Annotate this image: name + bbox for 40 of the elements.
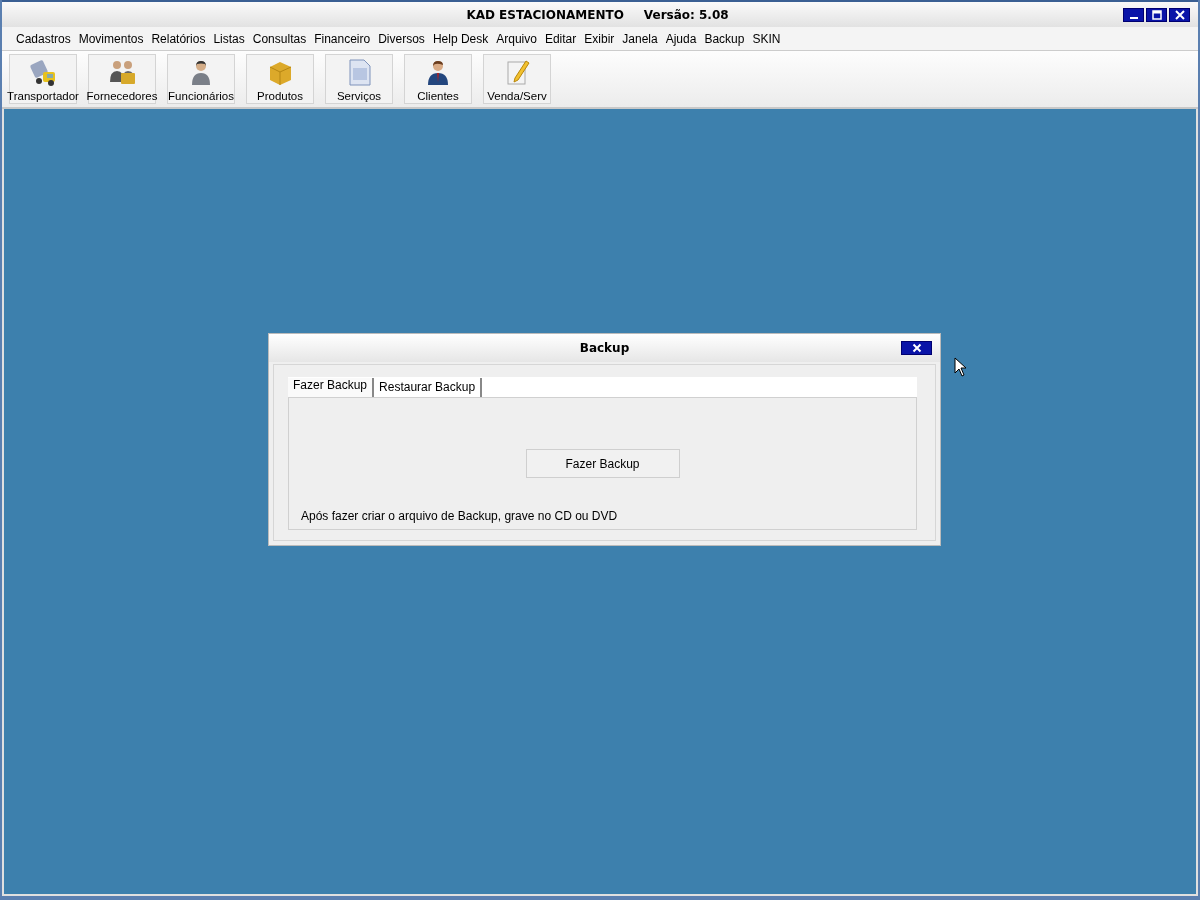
truck-icon <box>29 58 57 86</box>
menu-item[interactable]: Janela <box>618 31 662 46</box>
menu-item[interactable]: Ajuda <box>661 31 701 46</box>
toolbar-button[interactable]: Produtos <box>246 54 314 104</box>
close-button[interactable] <box>1169 7 1190 22</box>
version-label: Versão: 5.08 <box>643 7 729 22</box>
mouse-pointer-icon <box>954 357 968 377</box>
toolbar-button[interactable]: Venda/Serv <box>483 54 551 104</box>
info-text: Após fazer criar o arquivo de Backup, grave no CD ou DVD <box>301 509 618 523</box>
toolbar-button[interactable]: Transportador <box>9 54 77 104</box>
maximize-icon <box>1151 9 1162 20</box>
people-icon <box>108 58 136 86</box>
close-icon <box>911 343 922 353</box>
menu-item[interactable]: Backup <box>700 31 749 46</box>
tab[interactable]: Fazer Backup <box>288 378 375 397</box>
menu-item[interactable]: Consultas <box>248 31 311 46</box>
menu-item[interactable]: Help Desk <box>428 31 493 46</box>
toolbar-button[interactable]: Fornecedores <box>88 54 156 104</box>
close-button[interactable] <box>901 341 932 355</box>
toolbar-button[interactable]: Clientes <box>404 54 472 104</box>
dialog-title: Backup <box>579 341 630 355</box>
minimize-icon <box>1129 16 1138 19</box>
menu-item[interactable]: Diversos <box>374 31 429 46</box>
menu-item[interactable]: Relatórios <box>147 31 210 46</box>
toolbar-button[interactable]: Serviços <box>325 54 393 104</box>
close-icon <box>1174 9 1185 20</box>
window-title: KAD ESTACIONAMENTO <box>466 7 624 22</box>
menu-item[interactable]: Exibir <box>580 31 619 46</box>
minimize-button[interactable] <box>1123 7 1144 22</box>
maximize-button[interactable] <box>1146 7 1167 22</box>
menu-item[interactable]: Cadastros <box>12 31 75 46</box>
backup-button[interactable]: Fazer Backup <box>525 449 680 478</box>
toolbar-button[interactable]: Funcionários <box>167 54 235 104</box>
menu-item[interactable]: Arquivo <box>492 31 541 46</box>
menu-item[interactable]: Listas <box>209 31 249 46</box>
tab[interactable]: Restaurar Backup <box>374 378 483 397</box>
menu-item[interactable]: SKIN <box>748 31 785 46</box>
menu-item[interactable]: Editar <box>540 31 581 46</box>
menu-item[interactable]: Movimentos <box>74 31 148 46</box>
menu-item[interactable]: Financeiro <box>310 31 375 46</box>
